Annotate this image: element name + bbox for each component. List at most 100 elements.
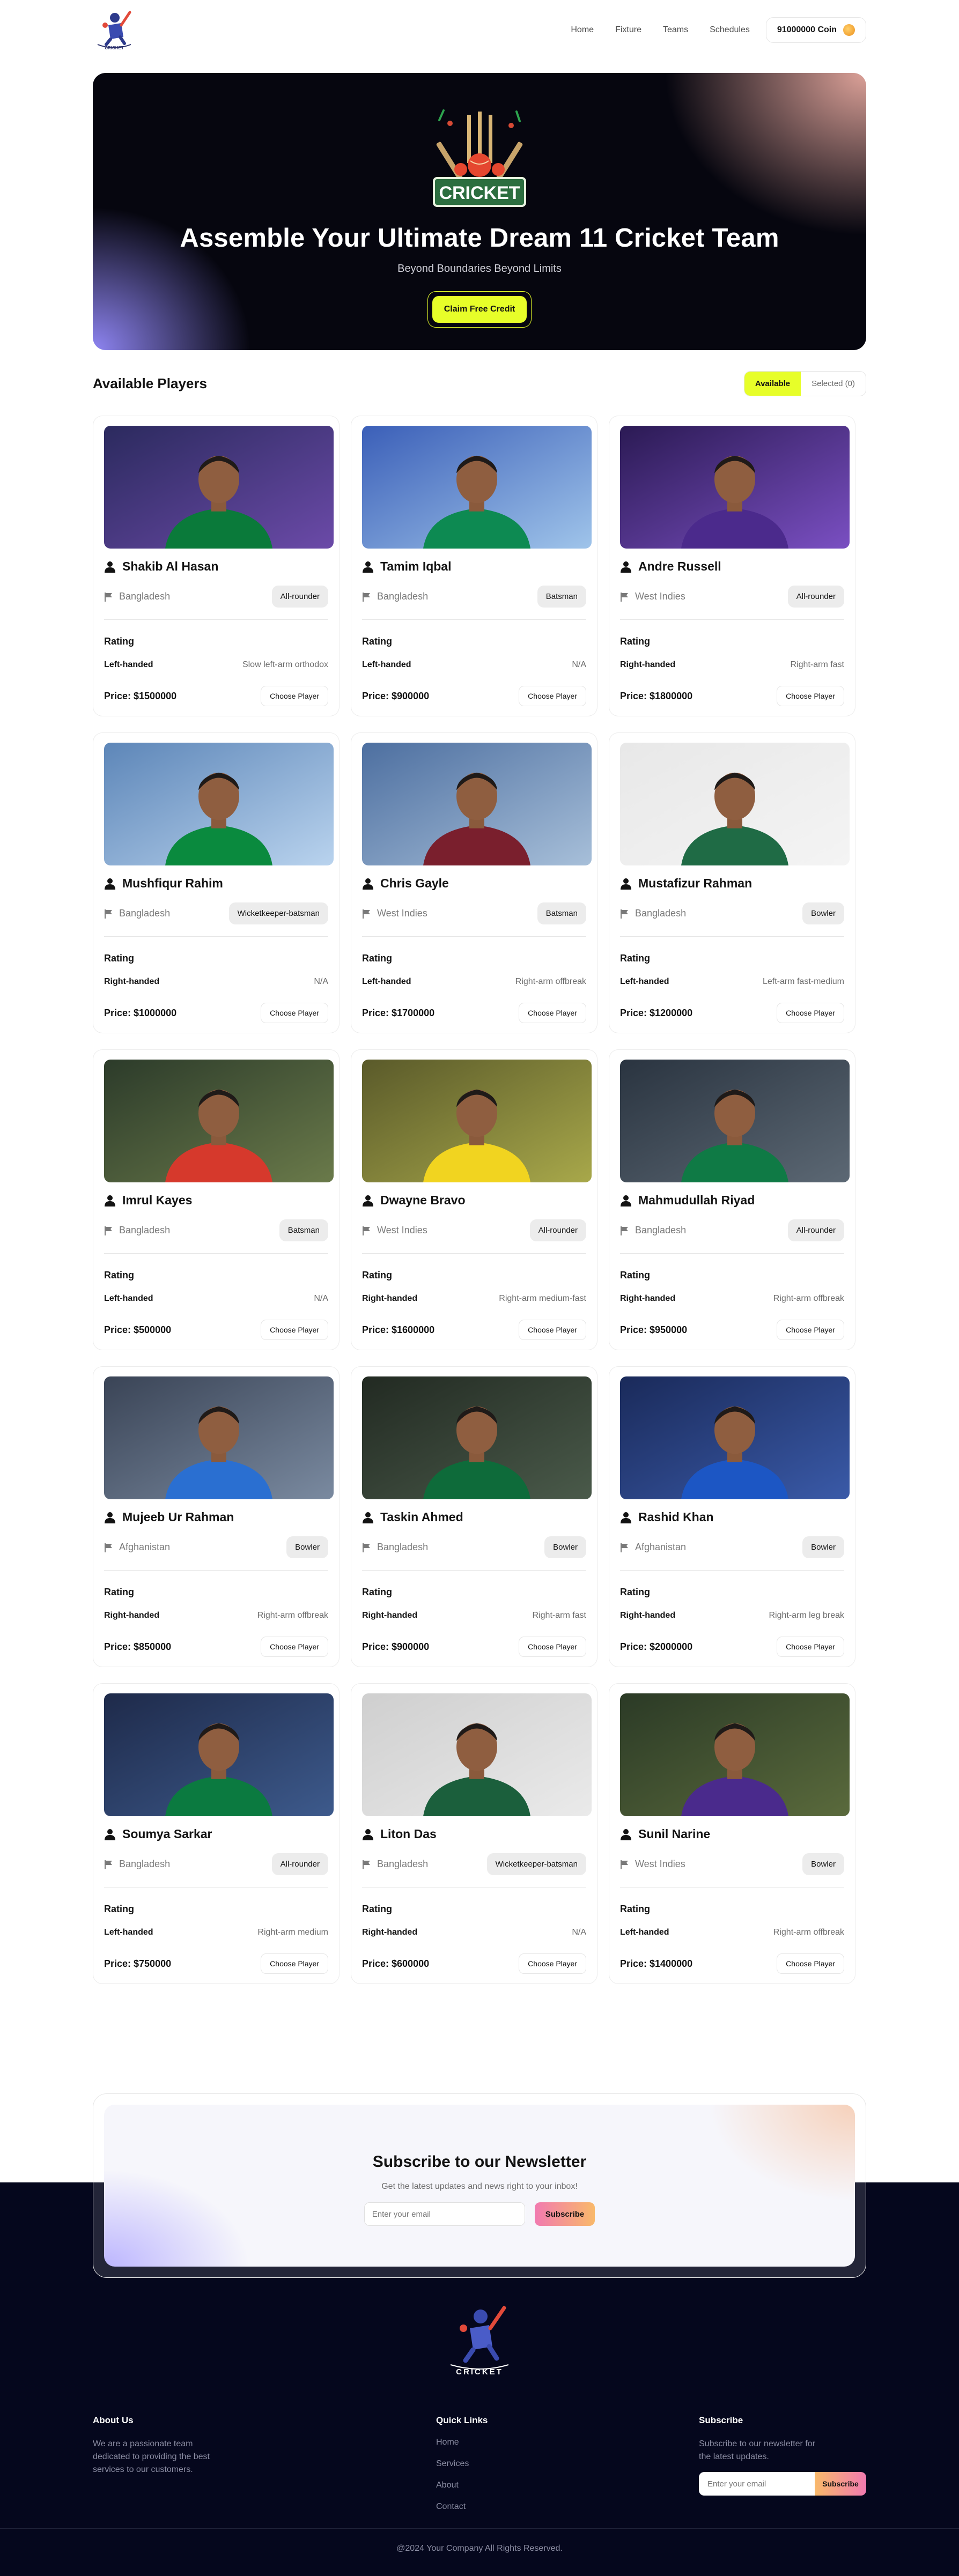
user-icon <box>105 561 115 573</box>
choose-player-button[interactable]: Choose Player <box>261 1003 328 1023</box>
bowling-style: N/A <box>314 977 328 986</box>
player-price: Price: $900000 <box>362 1641 430 1652</box>
player-style-row: Left-handed Left-arm fast-medium <box>620 977 844 987</box>
choose-player-button[interactable]: Choose Player <box>261 686 328 706</box>
player-name: Mustafizur Rahman <box>638 876 753 891</box>
player-card: Mahmudullah Riyad Bangladesh All-rounder… <box>609 1049 855 1350</box>
newsletter-subscribe-button[interactable]: Subscribe <box>534 2202 595 2226</box>
user-icon <box>621 878 631 890</box>
card-divider <box>362 1253 586 1254</box>
choose-player-button[interactable]: Choose Player <box>261 1637 328 1657</box>
player-style-row: Right-handed Right-arm offbreak <box>620 1294 844 1304</box>
player-country: West Indies <box>362 1225 427 1236</box>
player-name: Soumya Sarkar <box>122 1827 212 1841</box>
nav-link-teams[interactable]: Teams <box>663 25 688 35</box>
player-role-badge: All-rounder <box>271 1853 328 1876</box>
player-price-row: Price: $1000000 Choose Player <box>104 1003 328 1023</box>
batting-style: Right-handed <box>362 1294 418 1303</box>
flag-icon <box>621 909 628 919</box>
player-price: Price: $600000 <box>362 1958 430 1969</box>
player-photo-image <box>620 1060 850 1183</box>
player-name: Tamim Iqbal <box>380 559 452 574</box>
batting-style: Left-handed <box>104 1928 153 1937</box>
flag-icon <box>105 1860 112 1869</box>
claim-free-credit-button[interactable]: Claim Free Credit <box>432 296 527 323</box>
player-card: Imrul Kayes Bangladesh Batsman Rating Le… <box>93 1049 340 1350</box>
player-price-row: Price: $500000 Choose Player <box>104 1320 328 1340</box>
player-price: Price: $850000 <box>104 1641 172 1652</box>
player-price: Price: $1000000 <box>104 1007 177 1018</box>
cricket-logo-icon: CRICKET <box>97 11 131 50</box>
choose-player-button[interactable]: Choose Player <box>777 1320 844 1340</box>
player-price-row: Price: $1400000 Choose Player <box>620 1953 844 1974</box>
newsletter-email-input[interactable] <box>364 2202 525 2226</box>
player-card: Sunil Narine West Indies Bowler Rating L… <box>609 1683 855 1984</box>
bowling-style: Right-arm fast <box>790 660 844 669</box>
player-style-row: Right-handed Right-arm fast <box>362 1611 586 1620</box>
player-country-row: Afghanistan Bowler <box>620 1536 844 1559</box>
user-icon <box>363 1195 373 1206</box>
about-title: About Us <box>93 2415 134 2425</box>
nav-link-schedules[interactable]: Schedules <box>710 25 750 35</box>
player-name-row: Chris Gayle <box>362 876 586 891</box>
player-price-row: Price: $1500000 Choose Player <box>104 686 328 706</box>
nav-link-home[interactable]: Home <box>571 25 594 35</box>
player-role-badge: Bowler <box>802 902 844 925</box>
player-country: Bangladesh <box>362 591 428 602</box>
player-country: West Indies <box>620 591 685 602</box>
player-photo-image <box>362 1376 592 1500</box>
choose-player-button[interactable]: Choose Player <box>519 1953 586 1974</box>
footer-link-contact[interactable]: Contact <box>436 2502 699 2512</box>
bowling-style: Right-arm offbreak <box>515 977 586 986</box>
batting-style: Right-handed <box>104 977 160 986</box>
player-name-row: Andre Russell <box>620 559 844 574</box>
bowling-style: Right-arm offbreak <box>773 1928 844 1937</box>
player-photo <box>362 426 592 549</box>
footer-subscribe-button[interactable]: Subscribe <box>815 2472 866 2496</box>
player-price: Price: $2000000 <box>620 1641 693 1652</box>
player-name: Mujeeb Ur Rahman <box>122 1510 234 1524</box>
coin-balance[interactable]: 91000000 Coin <box>765 17 866 43</box>
top-navbar: CRICKET Home Fixture Teams Schedules 910… <box>93 0 866 60</box>
site-logo[interactable]: CRICKET <box>93 9 136 51</box>
nav-link-fixture[interactable]: Fixture <box>615 25 641 35</box>
choose-player-button[interactable]: Choose Player <box>519 686 586 706</box>
player-price: Price: $1700000 <box>362 1007 435 1018</box>
player-role-badge: Batsman <box>537 902 586 925</box>
player-country-name: Bangladesh <box>119 1225 171 1236</box>
footer-logo[interactable]: CRICKET <box>447 2303 512 2378</box>
player-style-row: Right-handed N/A <box>362 1928 586 1937</box>
player-name-row: Mustafizur Rahman <box>620 876 844 891</box>
newsletter-title: Subscribe to our Newsletter <box>372 2153 587 2171</box>
choose-player-button[interactable]: Choose Player <box>519 1637 586 1657</box>
choose-player-button[interactable]: Choose Player <box>519 1320 586 1340</box>
footer-link-home[interactable]: Home <box>436 2438 699 2447</box>
player-photo <box>362 1376 592 1500</box>
player-style-row: Right-handed Right-arm offbreak <box>104 1611 328 1620</box>
player-name-row: Shakib Al Hasan <box>104 559 328 574</box>
choose-player-button[interactable]: Choose Player <box>261 1320 328 1340</box>
choose-player-button[interactable]: Choose Player <box>261 1953 328 1974</box>
choose-player-button[interactable]: Choose Player <box>777 686 844 706</box>
batting-style: Left-handed <box>362 660 411 669</box>
user-icon <box>363 878 373 890</box>
player-country: Bangladesh <box>104 1225 170 1236</box>
footer-link-about[interactable]: About <box>436 2481 699 2490</box>
player-price: Price: $1500000 <box>104 690 177 701</box>
selected-tab[interactable]: Selected (0) <box>801 372 866 396</box>
available-tab[interactable]: Available <box>744 371 801 396</box>
user-icon <box>105 878 115 890</box>
rating-label: Rating <box>620 1904 650 1914</box>
rating-label: Rating <box>620 1587 650 1597</box>
player-role-badge: All-rounder <box>271 586 328 608</box>
choose-player-button[interactable]: Choose Player <box>777 1003 844 1023</box>
choose-player-button[interactable]: Choose Player <box>777 1953 844 1974</box>
choose-player-button[interactable]: Choose Player <box>519 1003 586 1023</box>
footer-link-services[interactable]: Services <box>436 2459 699 2469</box>
coin-label: Coin <box>817 25 837 34</box>
choose-player-button[interactable]: Choose Player <box>777 1637 844 1657</box>
player-photo <box>104 426 334 549</box>
player-photo <box>362 1060 592 1183</box>
footer-email-input[interactable] <box>699 2472 815 2496</box>
player-price-row: Price: $1700000 Choose Player <box>362 1003 586 1023</box>
